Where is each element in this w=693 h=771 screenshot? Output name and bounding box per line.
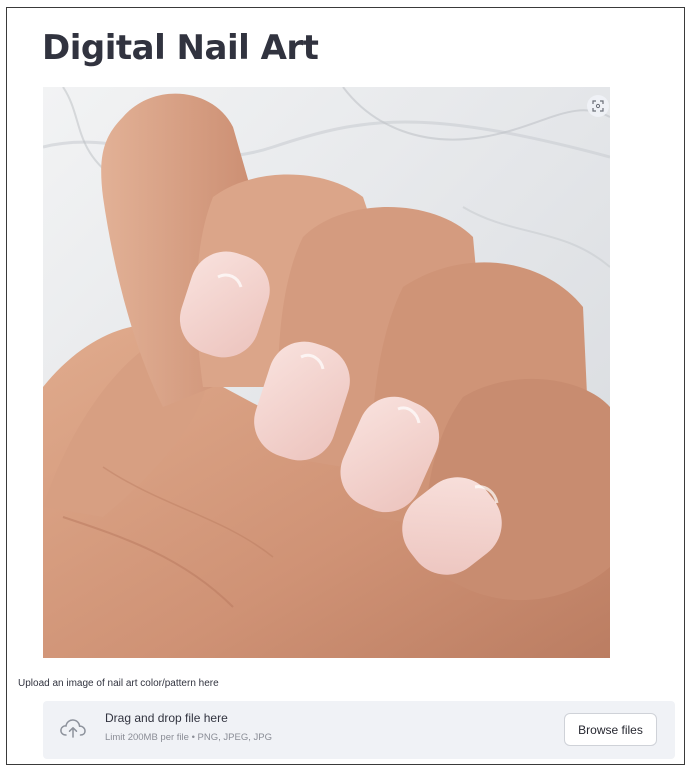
browse-files-button[interactable]: Browse files — [564, 713, 657, 746]
page-title: Digital Nail Art — [42, 28, 319, 68]
cloud-upload-icon — [59, 717, 87, 745]
uploader-label: Upload an image of nail art color/patter… — [18, 678, 219, 689]
file-dropzone[interactable]: Drag and drop file here Limit 200MB per … — [43, 701, 675, 759]
dropzone-instructions: Drag and drop file here — [105, 711, 228, 725]
nail-photo — [43, 87, 610, 658]
app-frame: Digital Nail Art Upload an image of nail… — [6, 7, 685, 765]
fullscreen-button[interactable] — [587, 95, 609, 117]
fullscreen-icon — [592, 100, 604, 112]
file-limit-note: Limit 200MB per file • PNG, JPEG, JPG — [105, 732, 272, 743]
